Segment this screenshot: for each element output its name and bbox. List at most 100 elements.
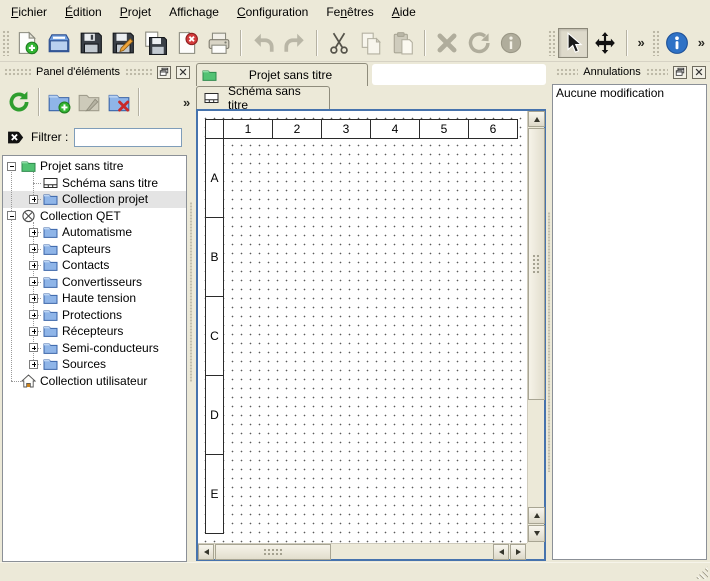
tree-item-capteurs[interactable]: Capteurs [3, 241, 186, 258]
tree-guide-line [11, 166, 12, 381]
tree-item-collection-projet[interactable]: Collection projet [3, 191, 186, 208]
clear-filter-icon[interactable] [6, 129, 25, 146]
about-info-icon [665, 31, 689, 55]
tree-item-label: Collection utilisateur [40, 374, 147, 388]
menu-edition[interactable]: Édition [56, 0, 111, 24]
expand-icon[interactable] [29, 294, 38, 303]
scroll-down-button[interactable] [528, 525, 545, 542]
expand-icon[interactable] [29, 310, 38, 319]
expand-icon[interactable] [29, 327, 38, 336]
project-window: Projet sans titre Schéma sans titre 1234… [196, 62, 546, 562]
menu-fenetres[interactable]: Fenêtres [317, 0, 382, 24]
pan-mode-button[interactable] [590, 28, 620, 58]
about-info-button[interactable] [662, 28, 692, 58]
object-info-button[interactable] [496, 28, 526, 58]
copy-button[interactable] [356, 28, 386, 58]
print-button[interactable] [204, 28, 234, 58]
folder-icon [43, 357, 58, 371]
undo-button[interactable] [248, 28, 278, 58]
tree-item-recepteurs[interactable]: Récepteurs [3, 323, 186, 340]
menu-configuration[interactable]: Configuration [228, 0, 317, 24]
menu-projet[interactable]: Projet [111, 0, 160, 24]
close-document-button[interactable] [172, 28, 202, 58]
reload-collections-button[interactable] [6, 86, 32, 118]
tree-item-label: Convertisseurs [62, 275, 142, 289]
diagram-icon [43, 176, 58, 190]
expand-icon[interactable] [29, 228, 38, 237]
scroll-right-button[interactable] [510, 544, 526, 560]
toolbar-overflow-button[interactable]: » [693, 35, 710, 50]
diagram-view[interactable]: 123456ABCDE [196, 109, 546, 561]
undo-panel: Annulations Aucune modification [552, 62, 710, 562]
toolbar-handle[interactable] [548, 30, 555, 56]
toolbar-handle[interactable] [2, 30, 9, 56]
menu-fichier[interactable]: Fichier [2, 0, 56, 24]
new-document-button[interactable] [12, 28, 42, 58]
diagram-icon [203, 91, 220, 105]
tab-projet-sans-titre[interactable]: Projet sans titre [196, 63, 368, 86]
paste-button[interactable] [388, 28, 418, 58]
toolbar-overflow-button[interactable]: » [633, 35, 650, 50]
tree-item-convertisseurs[interactable]: Convertisseurs [3, 274, 186, 291]
rotate-icon [467, 31, 491, 55]
tree-item-semi-conducteurs[interactable]: Semi-conducteurs [3, 340, 186, 357]
close-panel-button[interactable] [692, 66, 706, 79]
resize-grip[interactable] [695, 566, 708, 579]
left-splitter[interactable] [188, 62, 194, 562]
tree-item-collection-qet[interactable]: Collection QET [3, 208, 186, 225]
project-tab-label: Projet sans titre [218, 68, 363, 82]
float-panel-button[interactable] [157, 66, 171, 79]
save-button[interactable] [76, 28, 106, 58]
rotate-button[interactable] [464, 28, 494, 58]
expand-icon[interactable] [29, 195, 38, 204]
new-category-button[interactable] [46, 86, 72, 118]
expand-icon[interactable] [29, 244, 38, 253]
horizontal-scrollbar[interactable] [198, 543, 527, 559]
tree-item-protections[interactable]: Protections [3, 307, 186, 324]
vertical-scroll-thumb[interactable] [528, 128, 545, 400]
redo-button[interactable] [280, 28, 310, 58]
menu-affichage[interactable]: Affichage [160, 0, 228, 24]
tab-schema-sans-titre[interactable]: Schéma sans titre [196, 86, 330, 109]
collapse-icon[interactable] [7, 162, 16, 171]
expand-icon[interactable] [29, 343, 38, 352]
undo-panel-titlebar[interactable]: Annulations [552, 62, 710, 82]
cut-button[interactable] [324, 28, 354, 58]
collapse-icon[interactable] [7, 211, 16, 220]
new-category-icon [47, 90, 71, 114]
menu-aide[interactable]: Aide [383, 0, 425, 24]
undo-list-item[interactable]: Aucune modification [553, 85, 706, 102]
toolbar-handle[interactable] [652, 30, 659, 56]
tree-item-automatisme[interactable]: Automatisme [3, 224, 186, 241]
scroll-left-button-2[interactable] [493, 544, 509, 560]
scroll-up-button[interactable] [528, 111, 545, 127]
tree-item-schema-sans-titre[interactable]: Schéma sans titre [3, 175, 186, 192]
elements-tree[interactable]: Projet sans titreSchéma sans titreCollec… [2, 155, 187, 562]
column-header-2: 2 [272, 119, 322, 139]
save-as-button[interactable] [108, 28, 138, 58]
vertical-scrollbar[interactable] [527, 111, 544, 543]
scroll-up-button-2[interactable] [528, 507, 545, 524]
delete-category-button[interactable] [106, 86, 132, 118]
tree-item-contacts[interactable]: Contacts [3, 257, 186, 274]
elements-panel-titlebar[interactable]: Panel d'éléments [0, 62, 194, 82]
edit-category-button[interactable] [76, 86, 102, 118]
expand-icon[interactable] [29, 360, 38, 369]
open-document-button[interactable] [44, 28, 74, 58]
tree-item-projet-sans-titre[interactable]: Projet sans titre [3, 158, 186, 175]
tree-item-haute-tension[interactable]: Haute tension [3, 290, 186, 307]
filter-input[interactable] [74, 128, 182, 147]
save-all-button[interactable] [140, 28, 170, 58]
expand-icon[interactable] [29, 261, 38, 270]
expand-icon[interactable] [29, 277, 38, 286]
project-folder-icon [201, 68, 218, 82]
selection-mode-button[interactable] [558, 28, 588, 58]
delete-button[interactable] [432, 28, 462, 58]
horizontal-scroll-thumb[interactable] [215, 544, 331, 560]
diagram-canvas[interactable]: 123456ABCDE [198, 111, 527, 543]
tree-item-collection-utilisateur[interactable]: Collection utilisateur [3, 373, 186, 390]
scroll-left-button[interactable] [198, 544, 214, 560]
float-panel-button[interactable] [673, 66, 687, 79]
undo-history-list[interactable]: Aucune modification [552, 84, 707, 560]
tree-item-sources[interactable]: Sources [3, 356, 186, 373]
